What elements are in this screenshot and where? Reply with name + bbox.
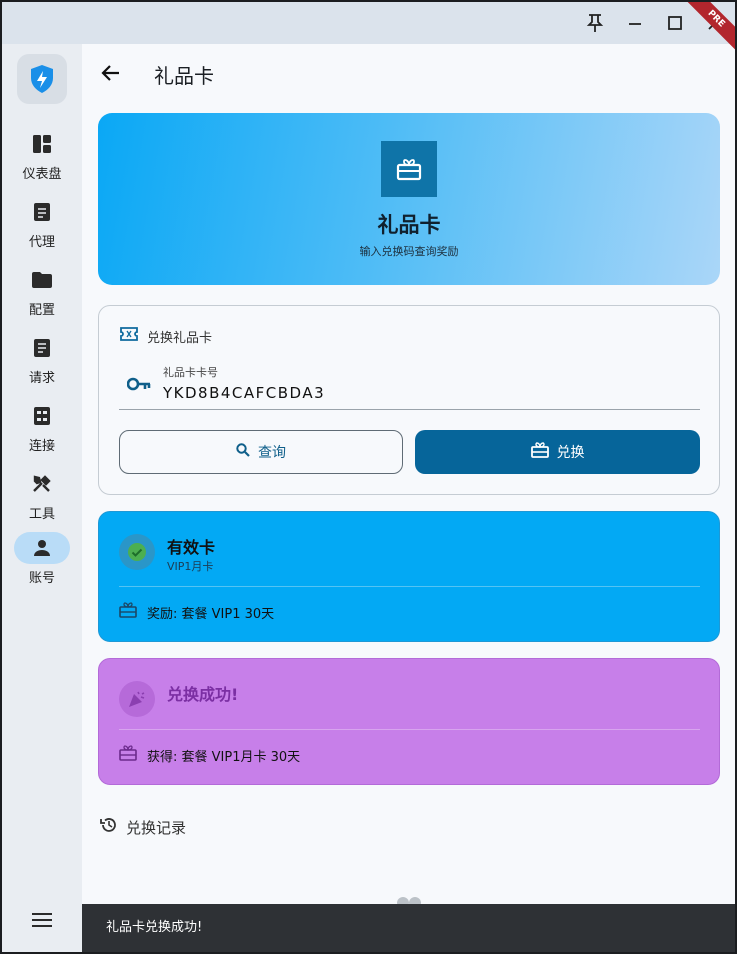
sidebar-item-label: 代理 (28, 235, 55, 250)
connection-icon (14, 400, 70, 432)
reward-gift-icon (119, 745, 137, 765)
valid-card-result: 有效卡 VIP1月卡 奖励: 套餐 VIP1 30天 (98, 511, 720, 642)
sidebar-item-config[interactable]: 配置 (2, 264, 82, 330)
success-card-title: 兑换成功! (167, 685, 239, 704)
sidebar-item-requests[interactable]: 请求 (2, 332, 82, 398)
sidebar-item-tools[interactable]: 工具 (2, 468, 82, 534)
check-circle-icon (119, 534, 155, 570)
sidebar-item-label: 账号 (28, 571, 55, 586)
request-icon (14, 332, 70, 364)
hero-title: 礼品卡 (377, 213, 441, 237)
divider (119, 586, 700, 587)
back-arrow-icon[interactable] (98, 60, 124, 86)
sidebar-item-connections[interactable]: 连接 (2, 400, 82, 466)
redeem-button-label: 兑换 (556, 445, 585, 461)
sidebar-item-account[interactable]: 账号 (2, 532, 82, 598)
valid-card-title: 有效卡 (167, 538, 216, 557)
sidebar-item-dashboard[interactable]: 仪表盘 (2, 128, 82, 194)
redeem-history-label: 兑换记录 (126, 818, 187, 837)
title-bar: PRE (2, 2, 735, 56)
article-icon (14, 196, 70, 228)
redeem-card: 兑换礼品卡 礼品卡卡号 YKD8B4CAFCBDA3 查询 兑换 (98, 305, 720, 495)
divider (119, 729, 700, 730)
redeem-heading-label: 兑换礼品卡 (147, 330, 213, 346)
query-button-label: 查询 (258, 445, 286, 461)
sidebar-item-label: 请求 (28, 371, 55, 386)
page-title: 礼品卡 (154, 64, 214, 88)
success-card-reward: 获得: 套餐 VIP1月卡 30天 (119, 745, 300, 765)
sidebar-item-label: 配置 (28, 303, 55, 318)
hero-subtitle: 输入兑换码查询奖励 (359, 245, 459, 258)
valid-card-reward: 奖励: 套餐 VIP1 30天 (119, 602, 274, 622)
sidebar-item-proxy[interactable]: 代理 (2, 196, 82, 262)
valid-card-reward-text: 奖励: 套餐 VIP1 30天 (147, 606, 275, 622)
maximize-icon[interactable] (662, 10, 688, 36)
snackbar: 礼品卡兑换成功! (82, 904, 735, 952)
reward-gift-icon (119, 602, 137, 622)
loading-indicator-icon (392, 892, 426, 909)
sidebar-item-label: 仪表盘 (22, 167, 62, 182)
success-card-reward-text: 获得: 套餐 VIP1月卡 30天 (147, 749, 301, 765)
gift-card-icon (381, 141, 437, 197)
redeem-history-link[interactable]: 兑换记录 (100, 816, 186, 838)
sidebar-item-label: 连接 (28, 439, 55, 454)
person-icon (14, 532, 70, 564)
folder-icon (14, 264, 70, 296)
redeem-heading: 兑换礼品卡 (119, 326, 212, 346)
redeem-success-result: 兑换成功! 获得: 套餐 VIP1月卡 30天 (98, 658, 720, 785)
gift-icon (530, 442, 549, 462)
menu-icon[interactable] (30, 910, 54, 930)
app-logo[interactable] (17, 54, 67, 104)
pin-icon[interactable] (582, 10, 608, 36)
sidebar-item-label: 工具 (28, 507, 55, 522)
tools-icon (14, 468, 70, 500)
dashboard-icon (14, 128, 70, 160)
valid-card-subtitle: VIP1月卡 (167, 560, 214, 573)
celebration-icon (119, 681, 155, 717)
sidebar: 仪表盘 代理 配置 请求 连接 工具 账号 (2, 44, 82, 952)
redeem-button[interactable]: 兑换 (415, 430, 700, 474)
minimize-icon[interactable] (622, 10, 648, 36)
app-window: PRE 仪表盘 代理 配置 请求 连接 工具 账号 礼品卡 礼品卡 输入兑换码查… (2, 2, 735, 952)
key-icon (126, 376, 151, 395)
card-number-label: 礼品卡卡号 (163, 366, 218, 379)
ticket-icon (119, 326, 139, 346)
card-number-input[interactable]: YKD8B4CAFCBDA3 (163, 384, 325, 402)
hero-banner: 礼品卡 输入兑换码查询奖励 (98, 113, 720, 285)
history-icon (100, 816, 118, 838)
card-number-field[interactable]: 礼品卡卡号 YKD8B4CAFCBDA3 (119, 362, 700, 410)
shield-bolt-icon (31, 65, 53, 93)
main-content: 礼品卡 礼品卡 输入兑换码查询奖励 兑换礼品卡 礼品卡卡号 YKD8B4CAFC… (82, 44, 735, 952)
search-icon (236, 443, 250, 461)
query-button[interactable]: 查询 (119, 430, 403, 474)
